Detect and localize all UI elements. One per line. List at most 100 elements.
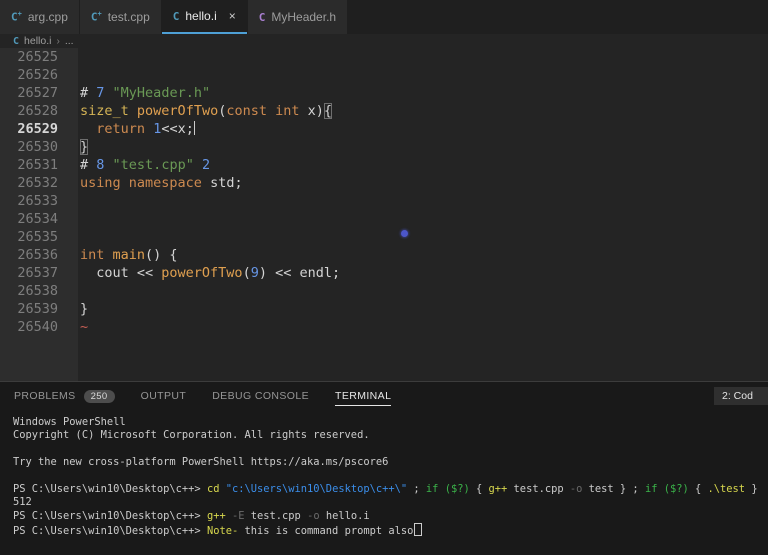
line-content: using namespace std;	[58, 174, 243, 192]
panel-tab-problems[interactable]: PROBLEMS250	[14, 382, 115, 410]
tab-MyHeader.h[interactable]: CMyHeader.h	[248, 0, 347, 34]
code-token: using	[80, 175, 121, 191]
line-content	[58, 282, 80, 300]
code-token: (	[243, 265, 251, 281]
terminal-token: Copyright (C) Microsoft Corporation. All…	[13, 429, 370, 441]
line-number: 26539	[0, 300, 58, 318]
code-token	[104, 157, 112, 173]
code-token	[194, 157, 202, 173]
code-line[interactable]: 26526	[0, 66, 768, 84]
problems-count-badge: 250	[84, 390, 115, 403]
editor-tab-bar: C+ arg.cpp C+test.cppChello.i×CMyHeader.h	[0, 0, 768, 34]
terminal-token: ;	[407, 483, 426, 495]
terminal-token: -o	[307, 510, 320, 522]
close-icon[interactable]: ×	[229, 10, 236, 22]
code-line[interactable]: 26531# 8 "test.cpp" 2	[0, 156, 768, 174]
code-token: "test.cpp"	[113, 157, 194, 173]
line-number: 26536	[0, 246, 58, 264]
code-line[interactable]: 26535	[0, 228, 768, 246]
cpp-file-icon: C+	[91, 10, 102, 24]
tab-label: MyHeader.h	[271, 10, 336, 24]
terminal-token: Try the new cross-platform PowerShell ht…	[13, 456, 388, 468]
terminal-token: "c:\Users\win10\Desktop\c++\"	[226, 483, 407, 495]
terminal-line: 512	[13, 496, 768, 509]
code-line[interactable]: 26532using namespace std;	[0, 174, 768, 192]
line-number: 26535	[0, 228, 58, 246]
terminal-output[interactable]: Windows PowerShellCopyright (C) Microsof…	[0, 410, 768, 539]
line-content	[58, 228, 80, 246]
line-content: return 1<<x;	[58, 120, 195, 138]
code-line[interactable]: 26533	[0, 192, 768, 210]
terminal-token: hello.i	[320, 510, 370, 522]
line-content: int main() {	[58, 246, 178, 264]
terminal-token: }	[745, 483, 758, 495]
tab-test.cpp[interactable]: C+test.cpp	[80, 0, 161, 34]
code-token	[121, 175, 129, 191]
line-content: }	[58, 300, 88, 318]
code-line[interactable]: 26528size_t powerOfTwo(const int x){	[0, 102, 768, 120]
terminal-line	[13, 443, 768, 456]
code-token: return	[96, 121, 145, 137]
line-content: # 8 "test.cpp" 2	[58, 156, 210, 174]
code-line[interactable]: 26529 return 1<<x;	[0, 120, 768, 138]
terminal-selector-dropdown[interactable]: 2: Cod	[714, 387, 768, 405]
tab-hello.i[interactable]: Chello.i×	[162, 0, 247, 34]
breadcrumb-ellipsis[interactable]: ...	[65, 35, 74, 47]
line-number: 26526	[0, 66, 58, 84]
tab-arg.cpp[interactable]: C+ arg.cpp	[0, 0, 79, 34]
code-token: () {	[145, 247, 178, 263]
code-token: ) << endl;	[259, 265, 340, 281]
code-token: cout <<	[80, 265, 161, 281]
terminal-token: if	[426, 483, 439, 495]
panel-tab-label: OUTPUT	[141, 390, 187, 402]
terminal-token: cd	[207, 483, 220, 495]
line-number: 26538	[0, 282, 58, 300]
code-line[interactable]: 26530}	[0, 138, 768, 156]
terminal-token: -E	[232, 510, 245, 522]
code-token: #	[80, 85, 96, 101]
tab-label: arg.cpp	[28, 10, 68, 24]
code-token: }	[80, 301, 88, 317]
code-line[interactable]: 26538	[0, 282, 768, 300]
code-line[interactable]: 26536int main() {	[0, 246, 768, 264]
code-token: ~	[80, 319, 88, 335]
panel-tab-debug-console[interactable]: DEBUG CONSOLE	[212, 382, 309, 410]
line-number: 26527	[0, 84, 58, 102]
code-token: int	[80, 247, 104, 263]
bottom-panel: PROBLEMS250 OUTPUT DEBUG CONSOLE TERMINAL 2…	[0, 381, 768, 555]
code-editor[interactable]: 265252652626527# 7 "MyHeader.h"26528size…	[0, 48, 768, 381]
code-token: 9	[251, 265, 259, 281]
code-line[interactable]: 26537 cout << powerOfTwo(9) << endl;	[0, 264, 768, 282]
terminal-token: test } ;	[582, 483, 645, 495]
c-file-icon: C	[13, 36, 19, 47]
code-token: powerOfTwo	[161, 265, 242, 281]
terminal-token: test.cpp	[245, 510, 308, 522]
code-line[interactable]: 26534	[0, 210, 768, 228]
breadcrumb[interactable]: C hello.i › ...	[0, 34, 768, 48]
cpp-file-icon: C+	[11, 10, 22, 24]
line-content	[58, 192, 80, 210]
panel-tab-terminal[interactable]: TERMINAL	[335, 382, 391, 410]
panel-tab-output[interactable]: OUTPUT	[141, 382, 187, 410]
code-token	[267, 103, 275, 119]
code-token	[80, 121, 96, 137]
terminal-token: ($?)	[664, 483, 689, 495]
code-line[interactable]: 26525	[0, 48, 768, 66]
code-token: #	[80, 157, 96, 173]
code-token: <<x;	[161, 121, 194, 137]
code-token	[104, 247, 112, 263]
terminal-token: this is command prompt also	[238, 525, 413, 537]
line-number: 26525	[0, 48, 58, 66]
terminal-token: PS C:\Users\win10\Desktop\c++>	[13, 525, 207, 537]
code-line[interactable]: 26539}	[0, 300, 768, 318]
code-line[interactable]: 26527# 7 "MyHeader.h"	[0, 84, 768, 102]
terminal-token: {	[689, 483, 708, 495]
plus-mark: +	[98, 10, 102, 18]
code-token: x)	[300, 103, 324, 119]
breadcrumb-file[interactable]: hello.i	[24, 35, 51, 47]
line-content: size_t powerOfTwo(const int x){	[58, 102, 332, 120]
terminal-line: Copyright (C) Microsoft Corporation. All…	[13, 429, 768, 442]
code-line[interactable]: 26540~	[0, 318, 768, 336]
terminal-line: PS C:\Users\win10\Desktop\c++> Note- thi…	[13, 523, 768, 538]
line-content	[58, 48, 80, 66]
